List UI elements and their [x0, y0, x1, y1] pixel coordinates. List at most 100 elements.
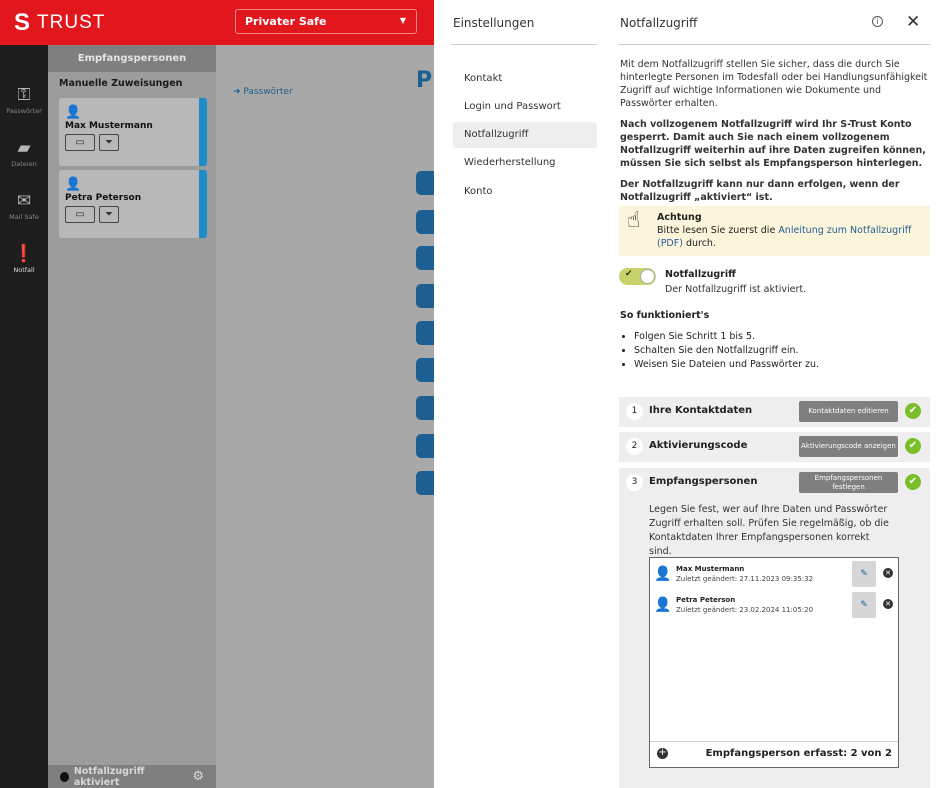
- menu-item-recovery[interactable]: Wiederherstellung: [453, 150, 597, 176]
- page-title: P: [416, 68, 433, 93]
- info-icon[interactable]: i: [872, 16, 883, 27]
- how-it-works-list: Folgen Sie Schritt 1 bis 5. Schalten Sie…: [634, 330, 819, 372]
- step-number: 3: [626, 474, 643, 491]
- emergency-description: Mit dem Notfallzugriff stellen Sie siche…: [620, 58, 930, 212]
- safe-selector-value: Privater Safe: [245, 15, 327, 28]
- list-item: 👤 Max Mustermann Zuletzt geändert: 27.11…: [654, 561, 896, 589]
- gear-icon[interactable]: ⚙: [192, 769, 204, 784]
- menu-item-emergency-access[interactable]: Notfallzugriff: [453, 122, 597, 148]
- warning-box: ☝ Achtung Bitte lesen Sie zuerst die Anl…: [619, 206, 930, 256]
- left-navigation: ⚿ Passwörter ▰ Dateien ✉ Mail Safe ❗ Not…: [0, 45, 48, 788]
- edit-recipient-button[interactable]: ✎: [852, 561, 876, 587]
- status-dot-icon: [60, 771, 69, 782]
- toggle-title: Notfallzugriff: [665, 269, 736, 280]
- emergency-status-bar: Notfallzugriff aktiviert ⚙: [48, 765, 216, 788]
- check-circle-icon: ✔: [905, 438, 921, 454]
- mail-icon: ✉: [16, 191, 32, 211]
- filter-icon[interactable]: ⏷: [99, 206, 119, 223]
- chevron-down-icon: ▼: [399, 16, 406, 25]
- nav-label: Mail Safe: [9, 213, 39, 221]
- divider: [618, 44, 930, 45]
- close-icon[interactable]: ✕: [906, 12, 920, 32]
- check-circle-icon: ✔: [905, 403, 921, 419]
- menu-item-login-password[interactable]: Login und Passwort: [453, 94, 597, 120]
- set-recipients-button[interactable]: Empfangspersonen festlegen: [799, 472, 898, 493]
- recipient-count: Empfangsperson erfasst: 2 von 2: [705, 748, 892, 759]
- recipient-name: Petra Peterson: [65, 193, 142, 203]
- show-activation-code-button[interactable]: Aktivierungscode anzeigen: [799, 436, 898, 457]
- recipient-changed: Zuletzt geändert: 23.02.2024 11:05:20: [676, 606, 814, 614]
- passwords-icon[interactable]: ▭: [65, 134, 95, 151]
- folder-icon: ▰: [17, 138, 31, 158]
- menu-item-account[interactable]: Konto: [453, 179, 597, 205]
- step-label: Aktivierungscode: [649, 440, 748, 451]
- main-area-overlay: [216, 45, 434, 788]
- warning-text: Bitte lesen Sie zuerst die: [657, 225, 779, 236]
- warning-title: Achtung: [657, 212, 702, 223]
- settings-drawer: Einstellungen Notfallzugriff i ✕ Kontakt…: [434, 0, 946, 788]
- list-item: Weisen Sie Dateien und Passwörter zu.: [634, 358, 819, 372]
- nav-item-passwords[interactable]: ⚿ Passwörter: [0, 85, 48, 115]
- recipients-panel-header: Empfangspersonen: [48, 45, 216, 72]
- nav-item-files[interactable]: ▰ Dateien: [0, 138, 48, 168]
- how-it-works-heading: So funktioniert's: [620, 310, 710, 321]
- recipient-name: Max Mustermann: [676, 565, 745, 573]
- toggle-status: Der Notfallzugriff ist aktiviert.: [665, 284, 807, 295]
- recipient-name: Max Mustermann: [65, 121, 153, 131]
- entry-icon: [416, 171, 434, 195]
- lock-warning-text: Nach vollzogenem Notfallzugriff wird Ihr…: [620, 119, 926, 169]
- step-label: Empfangspersonen: [649, 476, 758, 487]
- nav-label: Notfall: [13, 266, 35, 274]
- recipient-card[interactable]: 👤 Petra Peterson ▭ ⏷: [59, 170, 207, 238]
- user-gear-icon: 👤: [65, 177, 82, 192]
- emergency-status-text: Notfallzugriff aktiviert: [73, 765, 145, 788]
- entry-icon: [416, 284, 434, 308]
- divider: [451, 44, 597, 45]
- breadcrumb[interactable]: ➜ Passwörter: [233, 87, 293, 97]
- add-recipient-icon[interactable]: +: [657, 748, 668, 759]
- step-number: 2: [626, 438, 643, 455]
- step-recipients: 3 Empfangspersonen Empfangspersonen fest…: [619, 468, 930, 498]
- edit-contact-data-button[interactable]: Kontaktdaten editieren: [799, 401, 898, 422]
- warning-text-end: durch.: [682, 238, 716, 249]
- top-bar: S TRUST Privater Safe ▼: [0, 0, 434, 45]
- alert-icon: ❗: [13, 244, 35, 264]
- user-gear-icon: 👤: [654, 566, 672, 582]
- passwords-icon[interactable]: ▭: [65, 206, 95, 223]
- entry-icon: [416, 471, 434, 495]
- menu-item-contact[interactable]: Kontakt: [453, 66, 597, 92]
- s-trust-logo[interactable]: S TRUST: [14, 9, 105, 37]
- step-number: 1: [626, 403, 643, 420]
- step3-description: Legen Sie fest, wer auf Ihre Daten und P…: [649, 504, 889, 557]
- breadcrumb-label: Passwörter: [243, 87, 293, 97]
- safe-selector[interactable]: Privater Safe ▼: [235, 9, 417, 34]
- emergency-access-toggle[interactable]: ✔: [619, 268, 656, 285]
- check-circle-icon: ✔: [905, 474, 921, 490]
- intro-text: Mit dem Notfallzugriff stellen Sie siche…: [620, 59, 928, 109]
- logo-text: TRUST: [37, 12, 106, 33]
- recipient-changed: Zuletzt geändert: 27.11.2023 09:35:32: [676, 575, 814, 583]
- recipient-name: Petra Peterson: [676, 596, 736, 604]
- step-label: Ihre Kontaktdaten: [649, 405, 753, 416]
- check-icon: ✔: [625, 269, 633, 279]
- nav-item-emergency[interactable]: ❗ Notfall: [0, 244, 48, 274]
- nav-label: Dateien: [11, 160, 37, 168]
- delete-recipient-icon[interactable]: ✕: [883, 599, 893, 609]
- user-gear-icon: 👤: [65, 105, 82, 120]
- edit-recipient-button[interactable]: ✎: [852, 592, 876, 618]
- entry-icon: [416, 434, 434, 458]
- logo-s: S: [14, 9, 32, 36]
- entry-icon: [416, 321, 434, 345]
- nav-item-mail-safe[interactable]: ✉ Mail Safe: [0, 191, 48, 221]
- nav-label: Passwörter: [6, 107, 42, 115]
- list-item: 👤 Petra Peterson Zuletzt geändert: 23.02…: [654, 592, 896, 620]
- step-contact-data: 1 Ihre Kontaktdaten Kontaktdaten editier…: [619, 397, 930, 427]
- delete-recipient-icon[interactable]: ✕: [883, 568, 893, 578]
- recipient-card[interactable]: 👤 Max Mustermann ▭ ⏷: [59, 98, 207, 166]
- section-title: Notfallzugriff: [620, 16, 698, 30]
- filter-icon[interactable]: ⏷: [99, 134, 119, 151]
- entry-icon: [416, 246, 434, 270]
- entry-icon: [416, 210, 434, 234]
- hand-pointing-icon: ☝: [627, 208, 641, 233]
- toggle-knob: [640, 269, 655, 284]
